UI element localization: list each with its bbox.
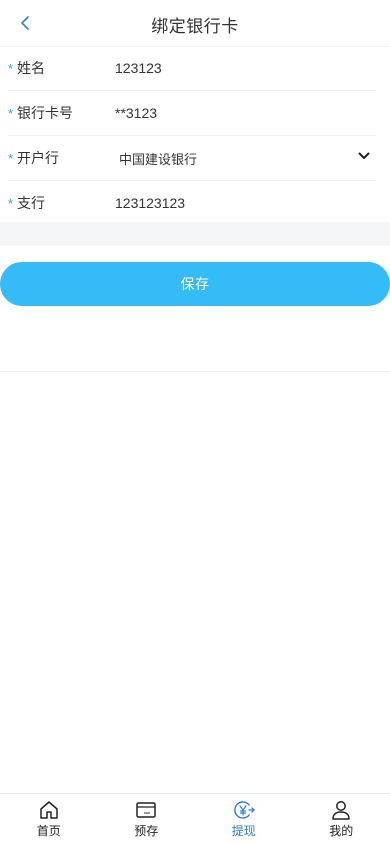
- tab-mine[interactable]: 我的: [293, 794, 390, 844]
- tab-label: 我的: [329, 824, 354, 838]
- required-mark: *: [8, 150, 14, 166]
- section-separator: [0, 222, 390, 246]
- withdraw-yen-icon: [233, 801, 255, 819]
- user-icon: [332, 801, 350, 820]
- bind-bank-card-page: 绑定银行卡 * 姓名 123123 * 银行卡号 **3123 * 开户行 中国…: [0, 0, 390, 844]
- save-button[interactable]: 保存: [0, 262, 390, 306]
- tab-home[interactable]: 首页: [0, 794, 98, 844]
- name-row: * 姓名 123123: [8, 46, 376, 91]
- tab-deposit[interactable]: 预存: [98, 794, 196, 844]
- home-icon: [40, 801, 58, 819]
- tab-label: 预存: [134, 824, 159, 838]
- required-mark: *: [8, 105, 14, 121]
- branch-row: * 支行 123123123: [8, 181, 376, 225]
- bank-card-form: * 姓名 123123 * 银行卡号 **3123 * 开户行 中国建设银行 *…: [0, 46, 390, 225]
- card-number-label: 银行卡号: [17, 105, 73, 121]
- divider: [0, 371, 390, 372]
- required-mark: *: [8, 195, 14, 211]
- name-label: 姓名: [17, 60, 45, 76]
- required-mark: *: [8, 60, 14, 76]
- tab-label: 提现: [231, 824, 256, 838]
- bank-label: 开户行: [17, 150, 59, 166]
- chevron-down-icon: [358, 152, 370, 159]
- bottom-tab-bar: 首页 预存 提现 我的: [0, 793, 390, 844]
- page-title: 绑定银行卡: [151, 17, 239, 36]
- branch-label: 支行: [17, 195, 45, 211]
- top-header: 绑定银行卡: [0, 0, 390, 47]
- name-field[interactable]: 123123: [115, 60, 162, 76]
- branch-field[interactable]: 123123123: [115, 195, 185, 211]
- card-number-row: * 银行卡号 **3123: [8, 91, 376, 136]
- card-number-field[interactable]: **3123: [115, 105, 157, 121]
- bank-select[interactable]: 中国建设银行: [119, 149, 376, 168]
- bank-row[interactable]: * 开户行 中国建设银行: [8, 136, 376, 181]
- tab-withdraw[interactable]: 提现: [195, 794, 293, 844]
- wallet-icon: [136, 802, 156, 818]
- tab-label: 首页: [36, 824, 61, 838]
